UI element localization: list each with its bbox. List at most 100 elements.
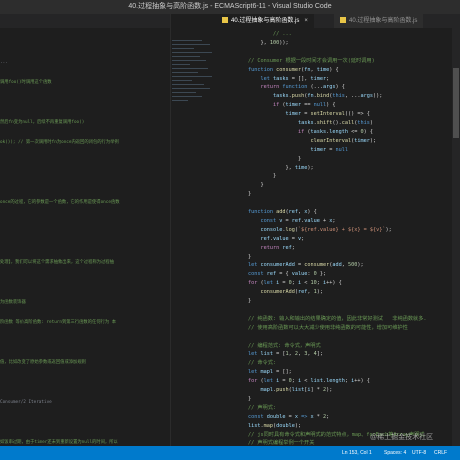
code-token: * xyxy=(313,413,323,420)
code-token: consumer xyxy=(304,262,330,269)
code-token: } xyxy=(248,253,252,260)
code-token: ) xyxy=(369,120,373,126)
code-token: let xyxy=(260,75,273,82)
code-token: for xyxy=(248,280,261,287)
code-token: ; xyxy=(301,235,305,242)
js-file-icon xyxy=(222,17,228,24)
code-token: args xyxy=(322,84,336,91)
left-code-line: 调用foo()时调用这个函数 xyxy=(0,80,52,85)
code-line: // 使用高阶函数可以大大减少使用非纯函数的可能性，增加可维护性 xyxy=(248,324,408,334)
code-token: // 纯函数: 输入和输出的结果确定的值，因此非常好测试 非纯函数就多. xyxy=(248,315,427,322)
code-token: } xyxy=(248,173,277,180)
code-token: this xyxy=(357,120,370,126)
code-token: <= xyxy=(347,128,361,135)
code-token: value xyxy=(273,235,289,242)
tab-label: 40.过程抽象与高阶函数.js xyxy=(231,18,300,24)
code-token: if xyxy=(297,128,308,135)
tab-second-file[interactable]: 40.过程抽象与高阶函数.js xyxy=(334,14,424,28)
left-tab-strip xyxy=(0,14,170,28)
code-token: // 使用高阶函数可以大大减少使用非纯函数的可能性，增加可维护性 xyxy=(248,324,408,331)
code-token: ); xyxy=(357,262,364,269)
left-editor-pane[interactable]: ... 调用foo()时调用这个函数 然后fn变为null，后续不再重复调用foo(… xyxy=(0,14,171,446)
code-token: ref xyxy=(282,244,292,251)
code-token: this xyxy=(332,93,345,100)
line-gutter xyxy=(216,28,244,446)
code-token: time xyxy=(294,164,308,171)
code-token: , ... xyxy=(344,93,361,100)
code-token: timer xyxy=(285,102,302,109)
code-token: ref xyxy=(291,217,302,224)
code-token: value xyxy=(304,217,320,224)
close-icon[interactable]: × xyxy=(304,18,308,24)
left-code-line: 如饭串过期，由于timer还未到重新设置为null的时间，所以 xyxy=(0,440,118,445)
encoding-status[interactable]: UTF-8 xyxy=(412,446,426,460)
code-token: } xyxy=(248,155,302,162)
code-token: let xyxy=(248,351,261,358)
code-token: if xyxy=(273,102,283,109)
code-editor[interactable]: // ... }, 100)); // Consumer 根据一段时间才会调用一次… xyxy=(216,28,460,446)
code-line: return ref; xyxy=(248,244,295,254)
indent-setting[interactable]: Spaces: 4 xyxy=(384,446,406,460)
code-token: ; xyxy=(291,244,295,251)
code-token: consumerAdd xyxy=(260,262,295,269)
code-token: ); xyxy=(326,387,333,393)
code-token: length xyxy=(326,378,345,385)
eol-status[interactable]: CRLF xyxy=(434,446,447,460)
code-token: ; xyxy=(326,413,330,420)
minimap[interactable] xyxy=(172,40,216,160)
code-token: }, xyxy=(248,164,295,171)
code-token: setInterval xyxy=(310,111,345,118)
code-token: ref xyxy=(297,289,308,296)
code-token: < xyxy=(301,378,311,385)
code-line: consumerAdd(ref, 1); xyxy=(248,288,323,298)
code-token: log xyxy=(285,226,295,233)
code-token: const xyxy=(248,271,267,278)
code-token: // 命令式: xyxy=(248,360,277,367)
vertical-scrollbar[interactable] xyxy=(452,28,460,446)
code-token: ); xyxy=(385,226,392,233)
code-token: return xyxy=(260,244,283,251)
code-token: list xyxy=(260,351,274,358)
window-title: 40.过程抽象与高阶函数.js - ECMAScript6-11 - Visua… xyxy=(0,0,460,14)
code-token: function xyxy=(248,209,277,215)
code-token: ) { xyxy=(335,84,345,91)
code-token: tasks xyxy=(310,128,327,135)
cursor-position[interactable]: Ln 153, Col 1 xyxy=(342,446,372,460)
code-token: timer xyxy=(310,75,327,82)
code-token: ) { xyxy=(329,66,339,73)
code-token: mapl xyxy=(260,369,274,376)
code-token: 100 xyxy=(269,39,280,46)
code-token: list xyxy=(248,422,261,429)
left-code-line: 值，比如改变了原始参数或返回值或添加规则 xyxy=(0,360,86,365)
code-token: consumerAdd xyxy=(260,289,295,296)
tab-active-file[interactable]: 40.过程抽象与高阶函数.js × xyxy=(216,14,314,28)
code-token: )); xyxy=(279,39,289,46)
code-token: (() => { xyxy=(344,111,370,118)
code-token: timer xyxy=(310,146,327,153)
code-token: add xyxy=(332,262,342,269)
code-token: function xyxy=(248,66,277,73)
code-token: ) { xyxy=(307,209,317,215)
code-token: } xyxy=(248,298,252,304)
code-token: ; xyxy=(326,75,330,82)
scrollbar-thumb[interactable] xyxy=(453,68,459,138)
code-token: let xyxy=(263,378,277,385)
code-token: ); xyxy=(294,422,302,429)
code-token: for xyxy=(248,378,261,385)
code-token: ); xyxy=(307,164,314,171)
code-token: ++) { xyxy=(354,378,370,385)
code-token: = xyxy=(279,378,289,385)
code-token: // Consumer 根据一段时间才会调用一次(延时调用) xyxy=(248,57,375,64)
code-token: console xyxy=(260,226,283,233)
left-code-line: ok()); // 第一次调用时fn为once内返回的闭包的行为举例 xyxy=(0,140,119,145)
code-token: ); xyxy=(316,289,323,296)
